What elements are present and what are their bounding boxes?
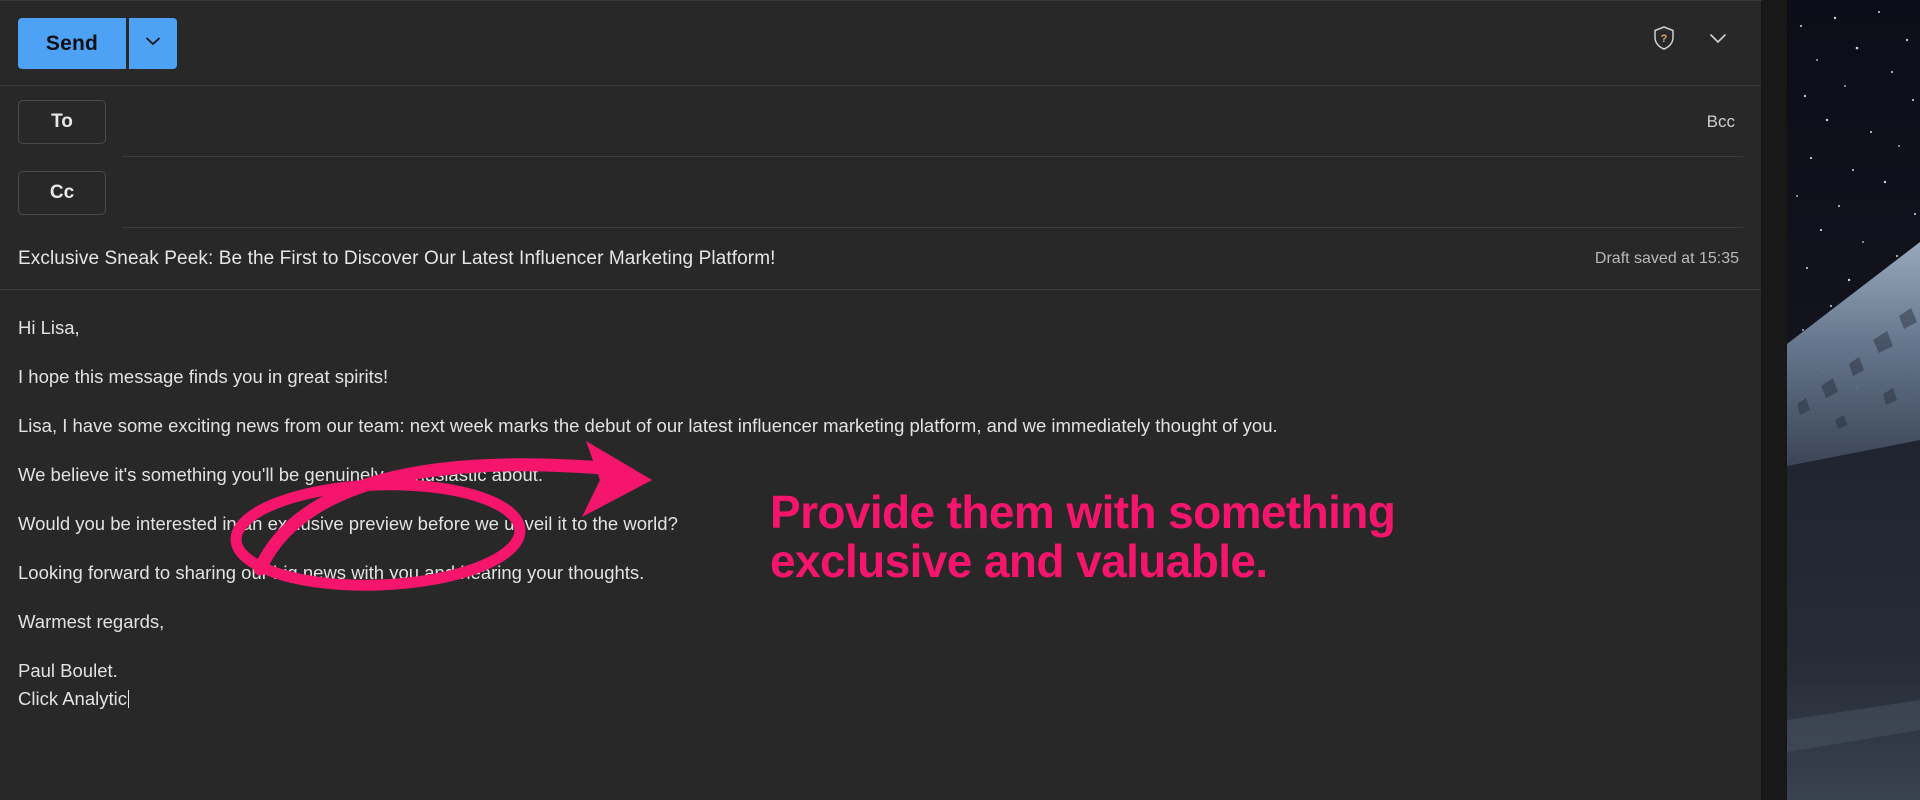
subject-text[interactable]: Exclusive Sneak Peek: Be the First to Di… [18, 248, 776, 270]
desktop-gap [1762, 0, 1787, 800]
compose-window: Send ? To Bcc Cc Exclusive Sneak Peek: B… [0, 0, 1762, 800]
text-cursor [127, 689, 130, 708]
send-button-group[interactable]: Send [18, 18, 177, 69]
body-line: Warmest regards, [18, 610, 165, 632]
cc-button[interactable]: Cc [18, 170, 106, 215]
body-line: I hope this message finds you in great s… [18, 365, 389, 387]
chevron-down-icon [143, 31, 163, 56]
signature-text: Click Analytic [18, 687, 127, 709]
bcc-toggle[interactable]: Bcc [1699, 108, 1743, 136]
svg-text:?: ? [1661, 33, 1668, 45]
body-line: Lisa, I have some exciting news from our… [18, 414, 1278, 436]
to-button[interactable]: To [18, 99, 106, 144]
toolbar-overflow-button[interactable] [1701, 23, 1735, 57]
compose-toolbar: Send ? [0, 1, 1761, 86]
cc-input[interactable] [106, 157, 1761, 228]
body-line: Hi Lisa, [18, 317, 80, 338]
message-body[interactable]: Hi Lisa, I hope this message finds you i… [0, 290, 1761, 800]
send-button[interactable]: Send [18, 18, 126, 69]
shield-question-button[interactable]: ? [1647, 23, 1681, 57]
body-line: Paul Boulet. [18, 659, 118, 681]
body-line: We believe it's something you'll be genu… [18, 463, 544, 485]
chevron-down-icon [1707, 27, 1729, 54]
draft-status: Draft saved at 15:35 [1594, 249, 1739, 267]
body-line: Looking forward to sharing our big news … [18, 561, 645, 583]
send-options-button[interactable] [129, 18, 177, 69]
screen: Send ? To Bcc Cc Exclusive Sneak Peek: B… [0, 0, 1920, 800]
desktop-wallpaper [1787, 0, 1920, 800]
toolbar-right-group: ? [1647, 23, 1735, 57]
to-input[interactable] [106, 86, 1699, 157]
body-signature-line: Click Analytic [18, 687, 1743, 712]
cc-field-row: Cc [0, 157, 1761, 228]
to-field-row: To Bcc [0, 86, 1761, 157]
shield-question-icon: ? [1652, 25, 1676, 56]
body-line: Would you be interested in an exclusive … [18, 512, 678, 534]
subject-row[interactable]: Exclusive Sneak Peek: Be the First to Di… [0, 228, 1761, 290]
